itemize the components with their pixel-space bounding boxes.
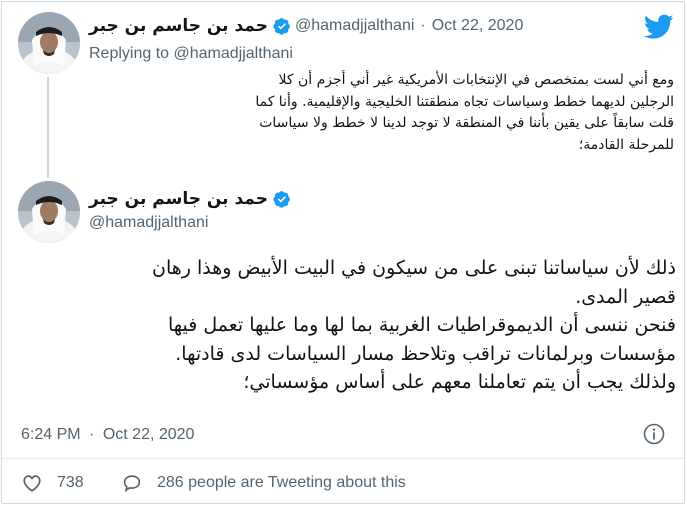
replying-prefix: Replying to [89,45,170,62]
like-button[interactable]: 738 [21,472,84,494]
tweeting-about-text: 286 people are Tweeting about this [157,474,406,491]
avatar[interactable] [18,181,80,243]
twitter-logo-icon[interactable] [644,14,674,40]
separator-dot: · [89,426,95,443]
tweet-time: 6:24 PM [21,426,81,443]
main-text-line: قصير المدى. [575,285,676,308]
info-icon[interactable] [642,422,666,446]
reply-text-line: ومع أني لست بمتخصص في الإنتخابات الأمريك… [278,72,674,88]
divider [2,458,684,459]
verified-badge-icon [273,18,290,35]
author-handle[interactable]: @hamadjjalthani [89,214,208,232]
author-name[interactable]: حمد بن جاسم بن جبر [89,189,268,209]
reply-tweet-text: ومع أني لست بمتخصص في الإنتخابات الأمريك… [89,70,674,156]
tweet-date: Oct 22, 2020 [102,426,195,443]
tweeting-about-link[interactable]: 286 people are Tweeting about this [121,472,406,494]
avatar[interactable] [18,12,80,74]
author-name[interactable]: حمد بن جاسم بن جبر [89,16,268,36]
tweet-card: حمد بن جاسم بن جبر @hamadjjalthani · Oct… [1,1,685,504]
comment-icon [123,475,141,493]
reply-text-line: قلت سابقاً على يقين بأننا في المنطقة لا … [259,115,674,131]
avatar-photo-icon [18,12,80,74]
author-handle[interactable]: @hamadjjalthani [295,17,414,35]
main-text-line: فنحن ننسى أن الديموقراطيات الغربية بما ل… [167,314,676,336]
main-text-line: ولذلك يجب أن يتم تعاملنا معهم على أساس م… [243,371,676,393]
avatar-photo-icon [18,181,80,243]
reply-text-line: للمرحلة القادمة؛ [578,136,674,153]
main-text-line: ذلك لأن سياساتنا تبنى على من سيكون في ال… [152,257,676,279]
reply-text-line: الرجلين لديهما خطط وسياسات تجاه منطقتنا … [255,93,674,110]
separator-dot: · [420,17,426,34]
replying-to: Replying to @hamadjjalthani [89,45,293,63]
thread-connector [47,77,49,178]
main-tweet-text: ذلك لأن سياساتنا تبنى على من سيكون في ال… [16,254,676,397]
replying-handle[interactable]: @hamadjjalthani [174,45,293,62]
heart-icon [23,475,41,492]
verified-badge-icon [273,191,290,208]
tweet-date[interactable]: Oct 22, 2020 [432,17,524,35]
tweet-timestamp[interactable]: 6:24 PM · Oct 22, 2020 [21,426,194,444]
main-text-line: مؤسسات وبرلمانات تراقب وتلاحظ مسار السيا… [175,342,676,365]
like-count: 738 [57,474,84,491]
